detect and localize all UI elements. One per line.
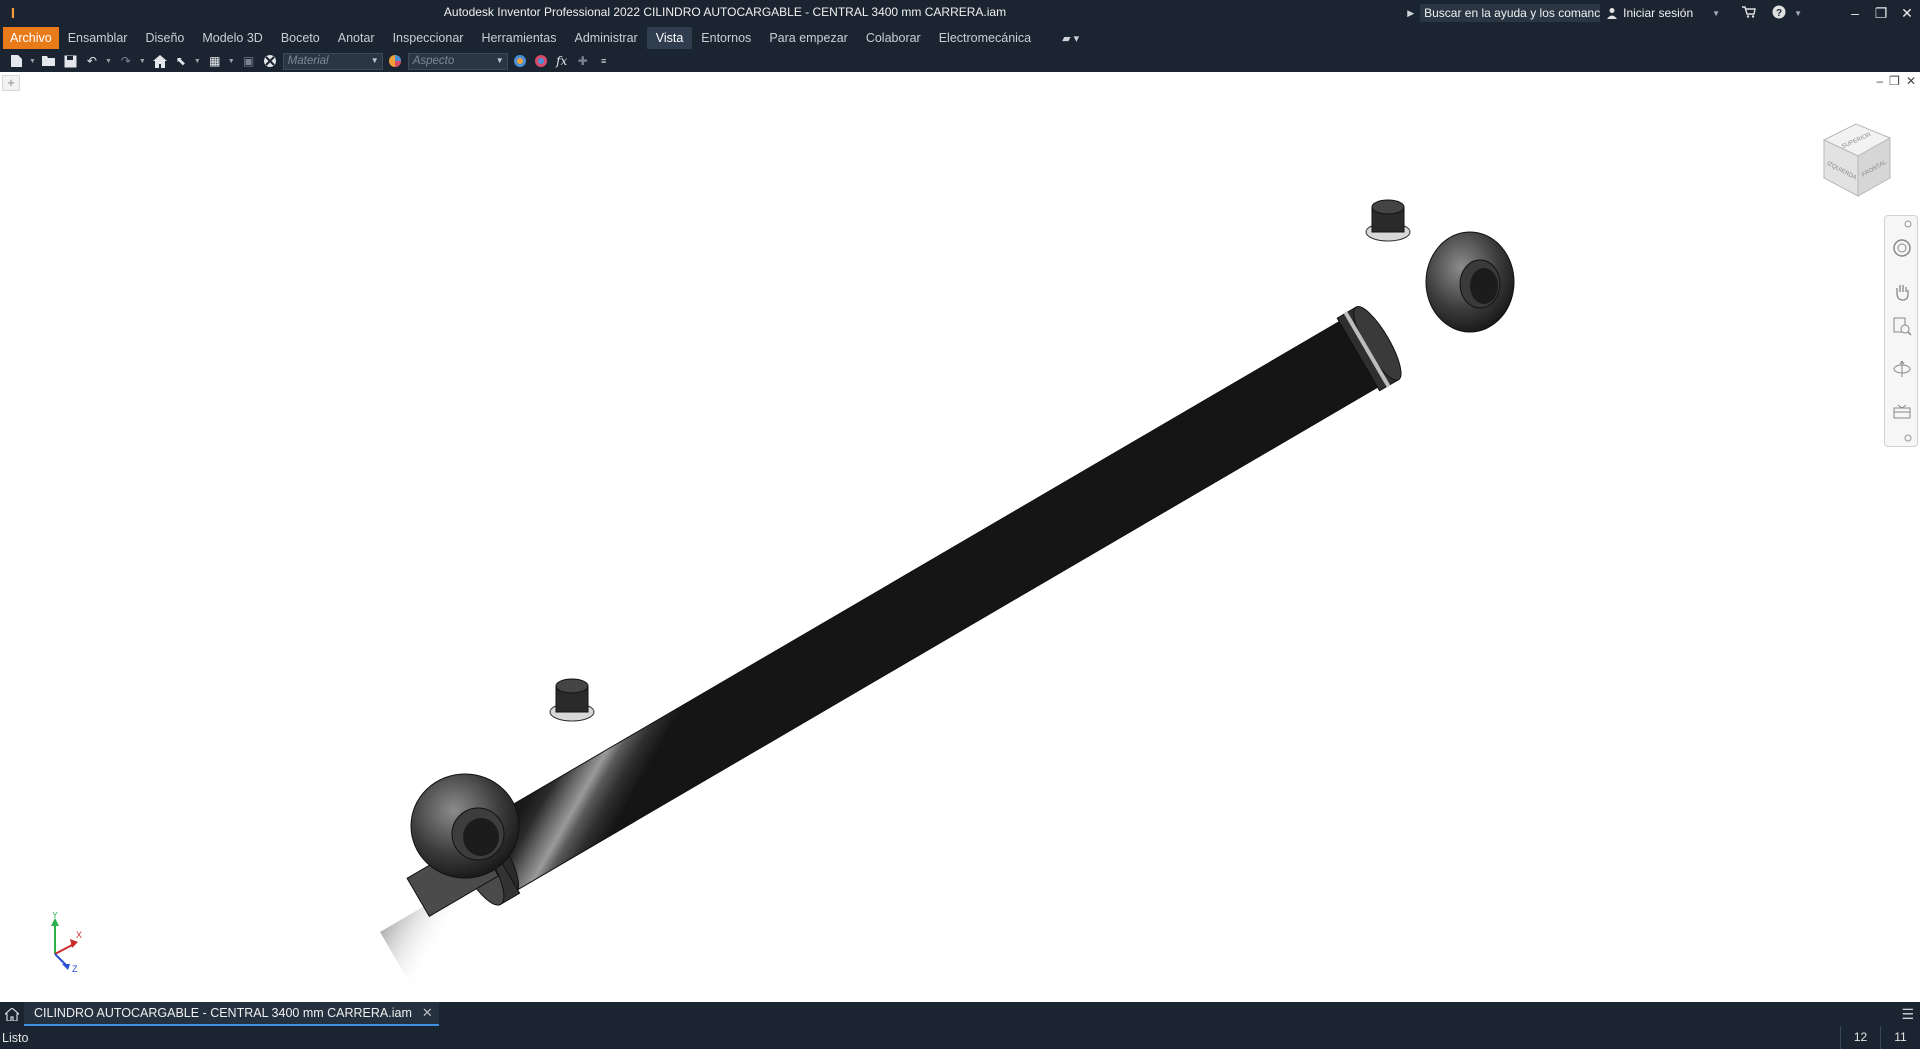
port-fitting-rear: [1365, 199, 1411, 242]
document-tab-label: CILINDRO AUTOCARGABLE - CENTRAL 3400 mm …: [34, 1006, 412, 1020]
new-file-caret-icon[interactable]: ▼: [29, 58, 36, 65]
tab-colaborar[interactable]: Colaborar: [857, 27, 930, 49]
tab-boceto[interactable]: Boceto: [272, 27, 329, 49]
material-icon[interactable]: [262, 53, 278, 69]
appearance-select[interactable]: Aspecto ▼: [407, 52, 508, 70]
select-tool-icon[interactable]: ⬉: [173, 53, 189, 69]
restore-button[interactable]: ❐: [1868, 5, 1894, 22]
clear-appearance-icon[interactable]: [533, 53, 549, 69]
undo-icon[interactable]: ↶: [84, 53, 100, 69]
triad-y-label: Y: [52, 912, 58, 920]
home-view-icon[interactable]: [152, 53, 168, 69]
appearance-caret-icon: ▼: [495, 55, 504, 65]
tab-modelo-3d[interactable]: Modelo 3D: [193, 27, 271, 49]
document-tab[interactable]: CILINDRO AUTOCARGABLE - CENTRAL 3400 mm …: [24, 1002, 439, 1026]
material-select[interactable]: Material ▼: [282, 52, 383, 70]
ribbon-display-toggle-icon[interactable]: ▰ ▾: [1062, 32, 1079, 45]
tab-entornos[interactable]: Entornos: [692, 27, 760, 49]
search-expand-icon[interactable]: ▶: [1407, 8, 1414, 19]
close-window-button[interactable]: ✕: [1894, 5, 1920, 22]
status-open-documents-count: 11: [1880, 1026, 1920, 1049]
update-icon[interactable]: ▦: [207, 53, 223, 69]
document-tabs-bar: CILINDRO AUTOCARGABLE - CENTRAL 3400 mm …: [0, 1002, 1920, 1026]
new-file-icon[interactable]: [8, 53, 24, 69]
navigation-bar: [1884, 215, 1918, 447]
add-icon[interactable]: ✚: [575, 53, 591, 69]
status-text: Listo: [2, 1030, 29, 1045]
coordinate-triad: Y X Z: [51, 912, 82, 972]
tab-anotar[interactable]: Anotar: [329, 27, 384, 49]
svg-text:?: ?: [1776, 8, 1782, 19]
status-occurrence-count: 12: [1840, 1026, 1880, 1049]
graphics-viewport[interactable]: + – ❐ ✕ SUPERIOR FRONTAL IZQUIERDA Y X Z: [0, 72, 1920, 1002]
tab-administrar[interactable]: Administrar: [565, 27, 646, 49]
cart-icon[interactable]: [1742, 5, 1756, 21]
home-icon: [5, 1007, 19, 1021]
zoom-icon[interactable]: [1892, 316, 1912, 336]
view-cube[interactable]: SUPERIOR FRONTAL IZQUIERDA: [1814, 116, 1900, 206]
signin-button[interactable]: Iniciar sesión ▼: [1606, 6, 1720, 20]
help-icon[interactable]: ?: [1772, 5, 1786, 22]
signin-label: Iniciar sesión: [1623, 6, 1694, 20]
tab-diseno[interactable]: Diseño: [136, 27, 193, 49]
appearance-select-value: Aspecto: [412, 54, 455, 67]
tab-ensamblar[interactable]: Ensamblar: [59, 27, 137, 49]
adjust-appearance-icon[interactable]: [512, 53, 528, 69]
look-at-icon[interactable]: [1892, 402, 1912, 422]
help-caret-icon[interactable]: ▼: [1794, 9, 1802, 18]
tab-electromecanica[interactable]: Electromecánica: [930, 27, 1040, 49]
redo-caret-icon[interactable]: ▼: [139, 58, 146, 65]
minimize-button[interactable]: –: [1842, 5, 1868, 21]
customize-qat-icon[interactable]: ≡: [596, 53, 612, 69]
tab-vista[interactable]: Vista: [646, 27, 693, 49]
navbar-close-icon[interactable]: [1892, 220, 1912, 228]
quick-access-toolbar: ▼ ↶ ▼ ↷ ▼ ⬉ ▼ ▦ ▼ ▣ Material ▼ Aspecto ▼…: [0, 50, 1920, 72]
triad-x-label: X: [76, 930, 82, 940]
material-select-value: Material: [287, 54, 329, 67]
parameters-fx-icon[interactable]: fx: [554, 53, 570, 69]
open-folder-icon[interactable]: [42, 53, 58, 69]
steering-wheel-icon[interactable]: [1892, 238, 1912, 258]
update-caret-icon[interactable]: ▼: [228, 58, 235, 65]
tab-archivo[interactable]: Archivo: [3, 27, 59, 49]
material-caret-icon: ▼: [370, 55, 379, 65]
appearance-icon[interactable]: [387, 53, 403, 69]
undo-caret-icon[interactable]: ▼: [105, 58, 112, 65]
tab-para-empezar[interactable]: Para empezar: [760, 27, 857, 49]
title-bar: I Autodesk Inventor Professional 2022 CI…: [0, 0, 1920, 26]
tab-herramientas[interactable]: Herramientas: [472, 27, 565, 49]
ribbon-tabs: Archivo Ensamblar Diseño Modelo 3D Bocet…: [0, 26, 1920, 50]
status-bar: Listo 12 11: [0, 1026, 1920, 1049]
save-icon[interactable]: [63, 53, 79, 69]
home-tab-button[interactable]: [0, 1002, 24, 1026]
close-document-icon[interactable]: ✕: [422, 1005, 433, 1021]
select-caret-icon[interactable]: ▼: [194, 58, 201, 65]
help-search-input[interactable]: Buscar en la ayuda y los comanc: [1420, 4, 1601, 22]
document-list-menu-icon[interactable]: ☰: [1901, 1006, 1914, 1023]
tab-inspeccionar[interactable]: Inspeccionar: [384, 27, 473, 49]
port-fitting-front: [549, 678, 595, 722]
redo-icon[interactable]: ↷: [118, 53, 134, 69]
triad-z-label: Z: [72, 964, 78, 972]
navbar-options-icon[interactable]: [1892, 434, 1912, 442]
signin-caret-icon: ▼: [1712, 8, 1721, 18]
pan-hand-icon[interactable]: [1892, 282, 1912, 302]
rebuild-icon[interactable]: ▣: [241, 53, 257, 69]
user-icon: [1607, 8, 1618, 19]
hydraulic-cylinder-model[interactable]: [0, 72, 1920, 1002]
orbit-icon[interactable]: [1892, 359, 1912, 379]
window-title: Autodesk Inventor Professional 2022 CILI…: [443, 5, 1007, 19]
